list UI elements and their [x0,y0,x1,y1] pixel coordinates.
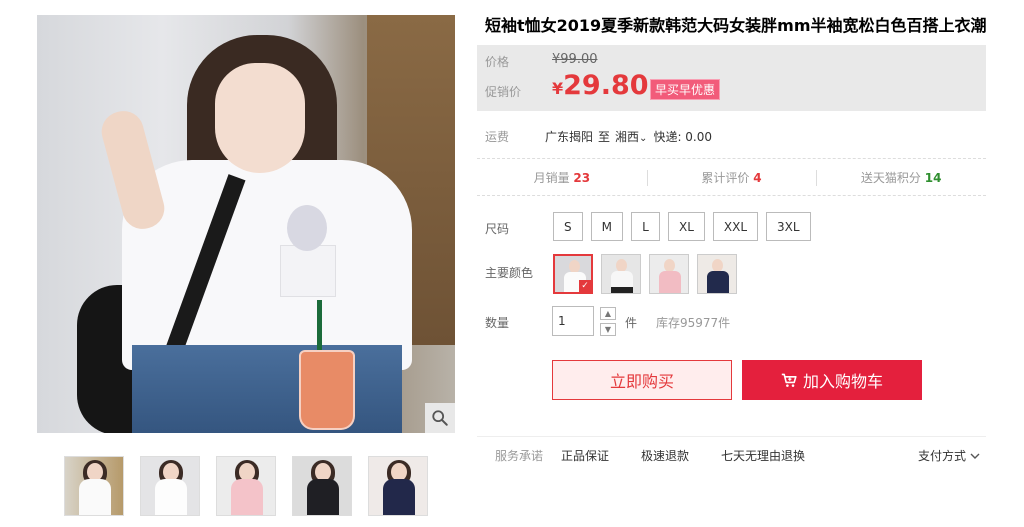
stats-bar: 月销量 23 累计评价 4 送天猫积分 14 [477,158,986,196]
model-jeans [132,345,402,433]
quantity-decrease-button[interactable]: ▼ [600,323,616,336]
size-options: S M L XL XXL 3XL [553,212,811,241]
promo-tag: 早买早优惠 [650,79,721,100]
size-option[interactable]: S [553,212,583,241]
quantity-label: 数量 [485,316,510,330]
service-item[interactable]: 正品保证 [561,447,609,464]
size-label: 尺码 [485,222,510,236]
promo-price: ¥29.80 [552,70,649,101]
promo-price-label: 促销价 [485,85,522,99]
size-option[interactable]: 3XL [766,212,811,241]
thumbnail-2[interactable] [140,456,200,516]
review-count-label: 累计评价 [701,171,750,185]
main-product-image[interactable] [37,15,455,433]
check-icon: ✓ [579,280,591,292]
price-box: 价格 ¥99.00 促销价 ¥29.80 早买早优惠 [477,45,986,111]
shipping-label: 运费 [485,130,510,144]
express-fee: 快递: 0.00 [653,130,713,144]
model-face [215,63,305,173]
currency-symbol: ¥ [552,79,564,98]
size-option[interactable]: M [590,212,623,241]
size-option[interactable]: XL [667,212,705,241]
chevron-down-icon [970,453,980,459]
color-swatch[interactable] [697,254,737,294]
size-option[interactable]: XXL [712,212,759,241]
ship-from: 广东揭阳 [545,130,594,144]
shirt-pocket [280,245,336,297]
color-swatch-selected[interactable]: ✓ [553,254,593,294]
cart-icon [781,373,797,387]
add-to-cart-button[interactable]: 加入购物车 [742,360,922,400]
quantity-increase-button[interactable]: ▲ [600,307,616,320]
buy-now-label: 立即购买 [609,372,674,391]
monthly-sales-value: 23 [573,171,591,185]
color-options: ✓ [553,254,737,294]
service-item[interactable]: 七天无理由退换 [721,447,805,464]
color-swatch[interactable] [649,254,689,294]
payment-methods-label: 支付方式 [917,449,966,463]
product-title: 短袖t恤女2019夏季新款韩范大码女装胖mm半袖宽松白色百搭上衣潮 [485,16,987,35]
quantity-unit: 件 [625,316,638,330]
color-swatch[interactable] [601,254,641,294]
monthly-sales-label: 月销量 [533,171,570,185]
ship-to: 湘西 [615,130,640,144]
zoom-button[interactable] [425,403,455,433]
drink-cup [299,350,355,430]
add-to-cart-label: 加入购物车 [802,372,883,391]
promo-price-value: 29.80 [563,70,649,101]
original-price: ¥99.00 [552,52,598,67]
thumbnail-3[interactable] [216,456,276,516]
ship-to-word: 至 [598,130,611,144]
service-bar: 服务承诺 正品保证 极速退款 七天无理由退换 支付方式 [477,436,986,474]
original-price-label: 价格 [485,55,510,69]
review-count-value: 4 [753,171,762,185]
service-item[interactable]: 极速退款 [641,447,689,464]
monthly-sales: 月销量 23 [477,159,647,195]
tmall-points-label: 送天猫积分 [860,171,921,185]
color-label: 主要颜色 [485,266,534,280]
chevron-down-icon: ⌄ [639,133,648,144]
thumbnail-1[interactable] [64,456,124,516]
thumbnail-strip [64,456,428,516]
shipping-row: 运费 广东揭阳 至 湘西⌄ 快递: 0.00 [485,128,712,145]
tmall-points: 送天猫积分 14 [816,159,986,195]
size-option[interactable]: L [630,212,660,241]
payment-methods-dropdown[interactable]: 支付方式 [918,447,980,464]
thumbnail-5[interactable] [368,456,428,516]
service-label: 服务承诺 [495,449,544,463]
tmall-points-value: 14 [924,171,942,185]
thumbnail-4[interactable] [292,456,352,516]
quantity-input[interactable] [552,306,594,336]
model-shirt [122,160,412,370]
review-count[interactable]: 累计评价 4 [646,159,817,195]
stock-count: 库存95977件 [656,316,731,330]
ship-to-selector[interactable]: 湘西⌄ [615,128,653,145]
bunny-embroidery [287,205,327,251]
magnifier-icon [432,410,448,426]
buy-now-button[interactable]: 立即购买 [552,360,732,400]
